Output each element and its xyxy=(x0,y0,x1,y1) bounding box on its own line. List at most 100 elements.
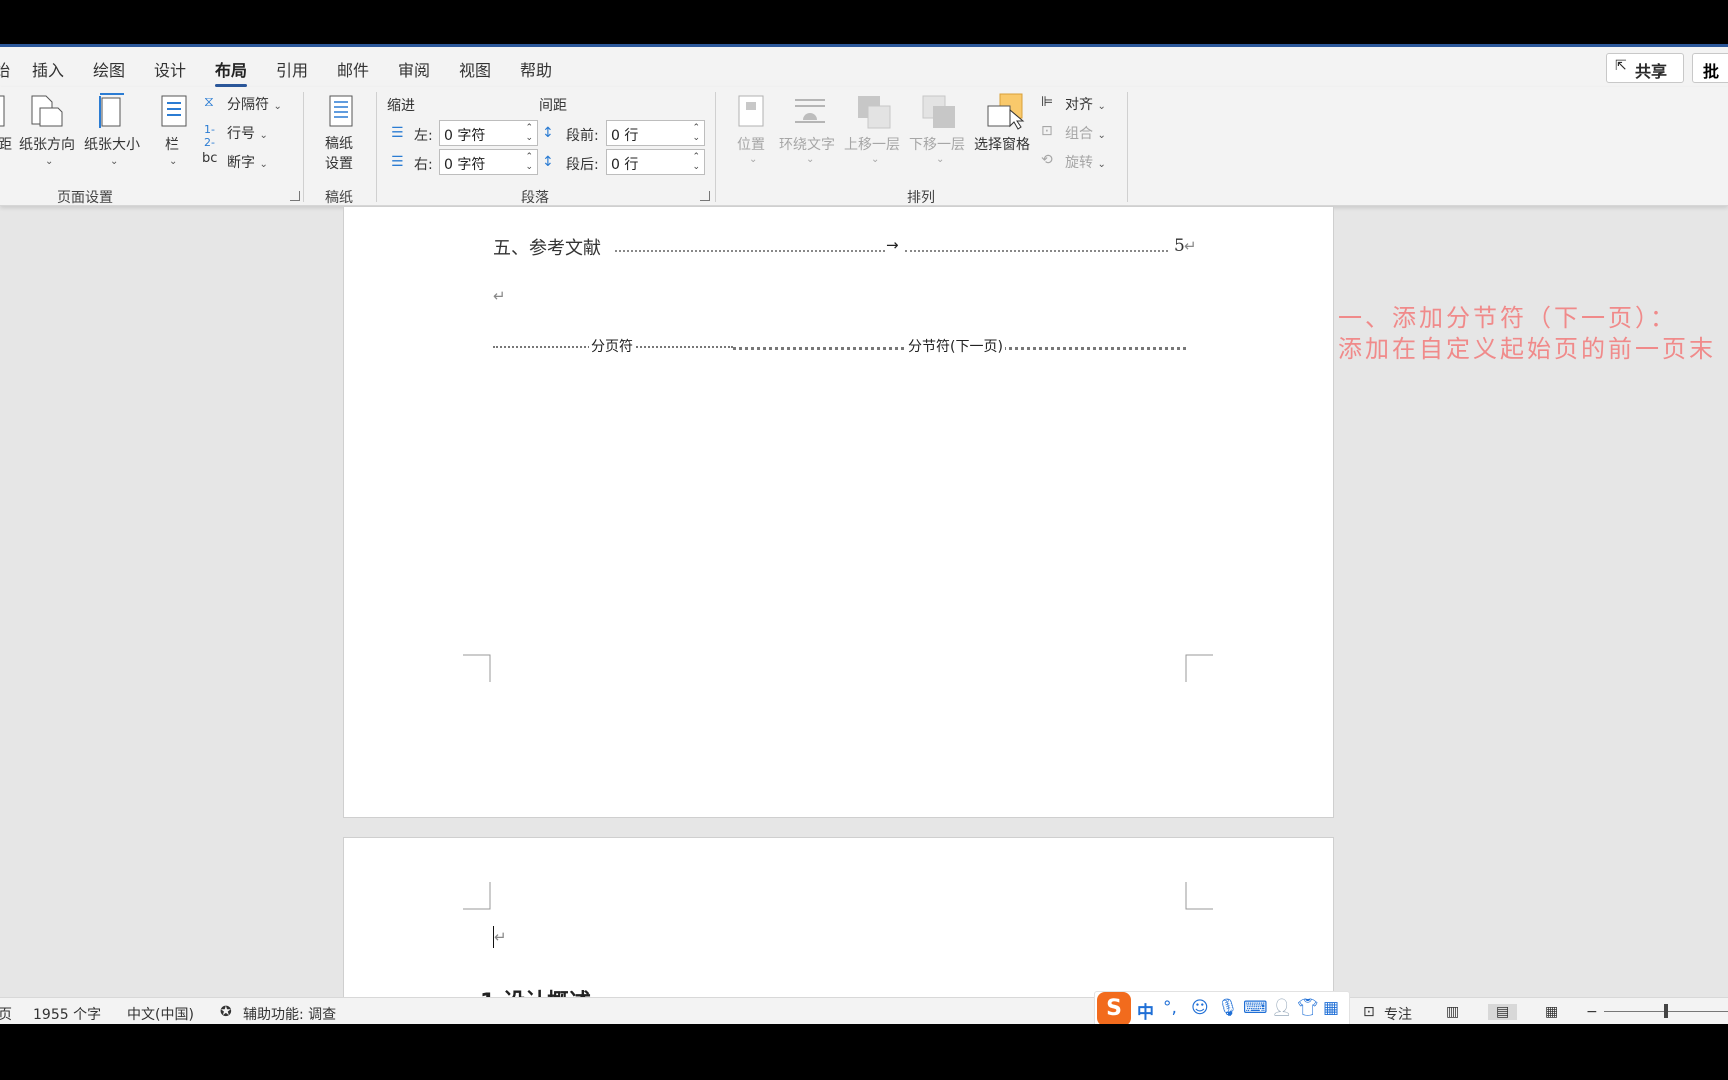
ime-mode-toggle[interactable]: 中 xyxy=(1137,998,1154,1023)
document-page[interactable] xyxy=(343,206,1334,818)
toc-leader xyxy=(615,250,885,252)
chevron-down-icon: ⌄ xyxy=(169,156,178,167)
spin-down-icon[interactable]: ⌄ xyxy=(692,134,700,143)
columns-icon xyxy=(161,95,187,127)
margin-corner-mark xyxy=(463,654,491,682)
chevron-down-icon: ⌄ xyxy=(871,154,880,165)
spin-down-icon[interactable]: ⌄ xyxy=(525,163,533,172)
keyboard-icon[interactable]: ⌨ xyxy=(1243,998,1268,1018)
tab-mailings[interactable]: 邮件 xyxy=(337,57,369,81)
chevron-down-icon: ⌄ xyxy=(749,154,758,165)
spin-up-icon[interactable]: ⌃ xyxy=(525,153,533,162)
ime-toolbar: S 中 °, ☺ 🎙︎ ⌨ 👤︎ 👕︎ ▦ xyxy=(1094,991,1350,1024)
zoom-out-icon[interactable]: − xyxy=(1586,1004,1598,1020)
paragraph-mark: ↵ xyxy=(1184,237,1197,255)
breaks-button[interactable]: 分隔符 ⌄ xyxy=(227,94,282,114)
toc-entry-text: 五、参考文献 xyxy=(493,238,601,259)
zoom-slider-thumb[interactable] xyxy=(1664,1004,1668,1018)
rotate-button[interactable]: 旋转 ⌄ xyxy=(1065,152,1106,172)
spacing-after-input[interactable]: 0 行 ⌃ ⌄ xyxy=(606,149,705,175)
web-layout-icon[interactable]: ▦ xyxy=(1545,1004,1558,1020)
orientation-button[interactable]: 纸张方向 xyxy=(19,134,75,154)
accessibility-status[interactable]: 辅助功能: 调查 xyxy=(243,1004,336,1024)
tab-references[interactable]: 引用 xyxy=(276,57,308,81)
bring-forward-button[interactable]: 上移一层 xyxy=(844,134,900,154)
margins-button[interactable]: 距 xyxy=(0,134,12,154)
page-setup-group-label: 页面设置 xyxy=(57,190,113,206)
status-bar: 页 1955 个字 中文(中国) ✪ 辅助功能: 调查 ⊡ 专注 ▥ ▤ ▦ − xyxy=(0,997,1728,1024)
tab-draw[interactable]: 绘图 xyxy=(93,57,125,81)
spin-down-icon[interactable]: ⌄ xyxy=(525,134,533,143)
group-separator xyxy=(1127,92,1128,202)
comment-button[interactable]: 批 xyxy=(1692,53,1728,83)
align-icon: ⊫ xyxy=(1041,94,1054,110)
paragraph-mark: ↵ xyxy=(493,287,506,305)
spin-up-icon[interactable]: ⌃ xyxy=(692,153,700,162)
chevron-down-icon: ⌄ xyxy=(110,156,119,167)
breaks-icon: ⧖ xyxy=(204,94,214,110)
wrap-text-button[interactable]: 环绕文字 xyxy=(779,134,835,154)
annotation-line-1: 一、添加分节符（下一页）： xyxy=(1338,304,1677,332)
indent-left-icon: ☰ xyxy=(391,125,404,141)
print-layout-icon[interactable]: ▤ xyxy=(1488,1004,1518,1020)
spacing-before-input[interactable]: 0 行 ⌃ ⌄ xyxy=(606,120,705,146)
indent-right-icon: ☰ xyxy=(391,154,404,170)
tab-layout[interactable]: 布局 xyxy=(215,57,248,87)
line-numbers-icon: 1- 2- xyxy=(204,123,215,149)
indent-left-input[interactable]: 0 字符 ⌃ ⌄ xyxy=(439,120,538,146)
tab-insert[interactable]: 插入 xyxy=(32,57,64,81)
group-separator xyxy=(303,92,304,202)
spin-up-icon[interactable]: ⌃ xyxy=(525,124,533,133)
ime-punctuation-toggle[interactable]: °, xyxy=(1163,998,1177,1018)
selection-pane-button[interactable]: 选择窗格 xyxy=(974,134,1030,154)
paragraph-launcher-icon[interactable] xyxy=(700,191,710,201)
emoji-icon[interactable]: ☺ xyxy=(1191,998,1209,1018)
tab-review[interactable]: 审阅 xyxy=(398,57,430,81)
position-button[interactable]: 位置 xyxy=(737,134,765,154)
share-icon: ⇱ xyxy=(1615,58,1627,74)
send-backward-button[interactable]: 下移一层 xyxy=(909,134,965,154)
page-setup-launcher-icon[interactable] xyxy=(290,191,300,201)
tab-home[interactable]: 始 xyxy=(0,57,10,81)
focus-mode-button[interactable]: 专注 xyxy=(1384,1004,1412,1024)
microphone-icon[interactable]: 🎙︎ xyxy=(1217,998,1239,1018)
share-button[interactable]: ⇱ 共享 xyxy=(1606,53,1684,83)
toc-leader xyxy=(905,250,1168,252)
rotate-icon: ⟲ xyxy=(1041,152,1053,168)
language-indicator[interactable]: 中文(中国) xyxy=(127,1004,194,1024)
skin-icon[interactable]: 👕︎ xyxy=(1297,998,1319,1018)
chevron-down-icon: ⌄ xyxy=(806,154,815,165)
margins-icon xyxy=(0,95,5,127)
margin-corner-mark xyxy=(1185,654,1213,682)
group-button[interactable]: 组合 ⌄ xyxy=(1065,123,1106,143)
line-numbers-button[interactable]: 行号 ⌄ xyxy=(227,123,268,143)
spacing-after-icon: ↕ xyxy=(542,154,554,170)
hyphenation-button[interactable]: 断字 ⌄ xyxy=(227,152,268,172)
word-window: 始 插入 绘图 设计 布局 引用 邮件 审阅 视图 帮助 ⇱ 共享 批 距 纸张… xyxy=(0,44,1728,1024)
manuscript-group-label: 稿纸 xyxy=(325,190,353,206)
spin-down-icon[interactable]: ⌄ xyxy=(692,163,700,172)
tab-view[interactable]: 视图 xyxy=(459,57,491,81)
spacing-after-label: 段后: xyxy=(566,157,599,173)
columns-button[interactable]: 栏 xyxy=(165,134,179,154)
paper-size-button[interactable]: 纸张大小 xyxy=(84,134,140,154)
user-icon[interactable]: 👤︎ xyxy=(1271,998,1293,1018)
spin-up-icon[interactable]: ⌃ xyxy=(692,124,700,133)
page-break-label: 分页符 xyxy=(589,336,635,356)
page-info[interactable]: 页 xyxy=(0,1004,12,1024)
sogou-logo-icon[interactable]: S xyxy=(1097,992,1131,1024)
toolbox-icon[interactable]: ▦ xyxy=(1323,998,1339,1018)
read-mode-icon[interactable]: ▥ xyxy=(1446,1004,1459,1020)
arrange-group-label: 排列 xyxy=(907,190,935,206)
group-separator xyxy=(376,92,377,202)
spacing-before-icon: ↕ xyxy=(542,125,554,141)
word-count[interactable]: 1955 个字 xyxy=(33,1004,101,1024)
title-accent-line xyxy=(0,44,1728,47)
tab-design[interactable]: 设计 xyxy=(154,57,186,81)
manuscript-settings-button[interactable]: 稿纸 设置 xyxy=(325,134,353,174)
tab-arrow-mark: → xyxy=(886,236,899,254)
align-button[interactable]: 对齐 ⌄ xyxy=(1065,94,1106,114)
indent-right-input[interactable]: 0 字符 ⌃ ⌄ xyxy=(439,149,538,175)
tab-help[interactable]: 帮助 xyxy=(520,57,552,81)
chevron-down-icon: ⌄ xyxy=(45,156,54,167)
